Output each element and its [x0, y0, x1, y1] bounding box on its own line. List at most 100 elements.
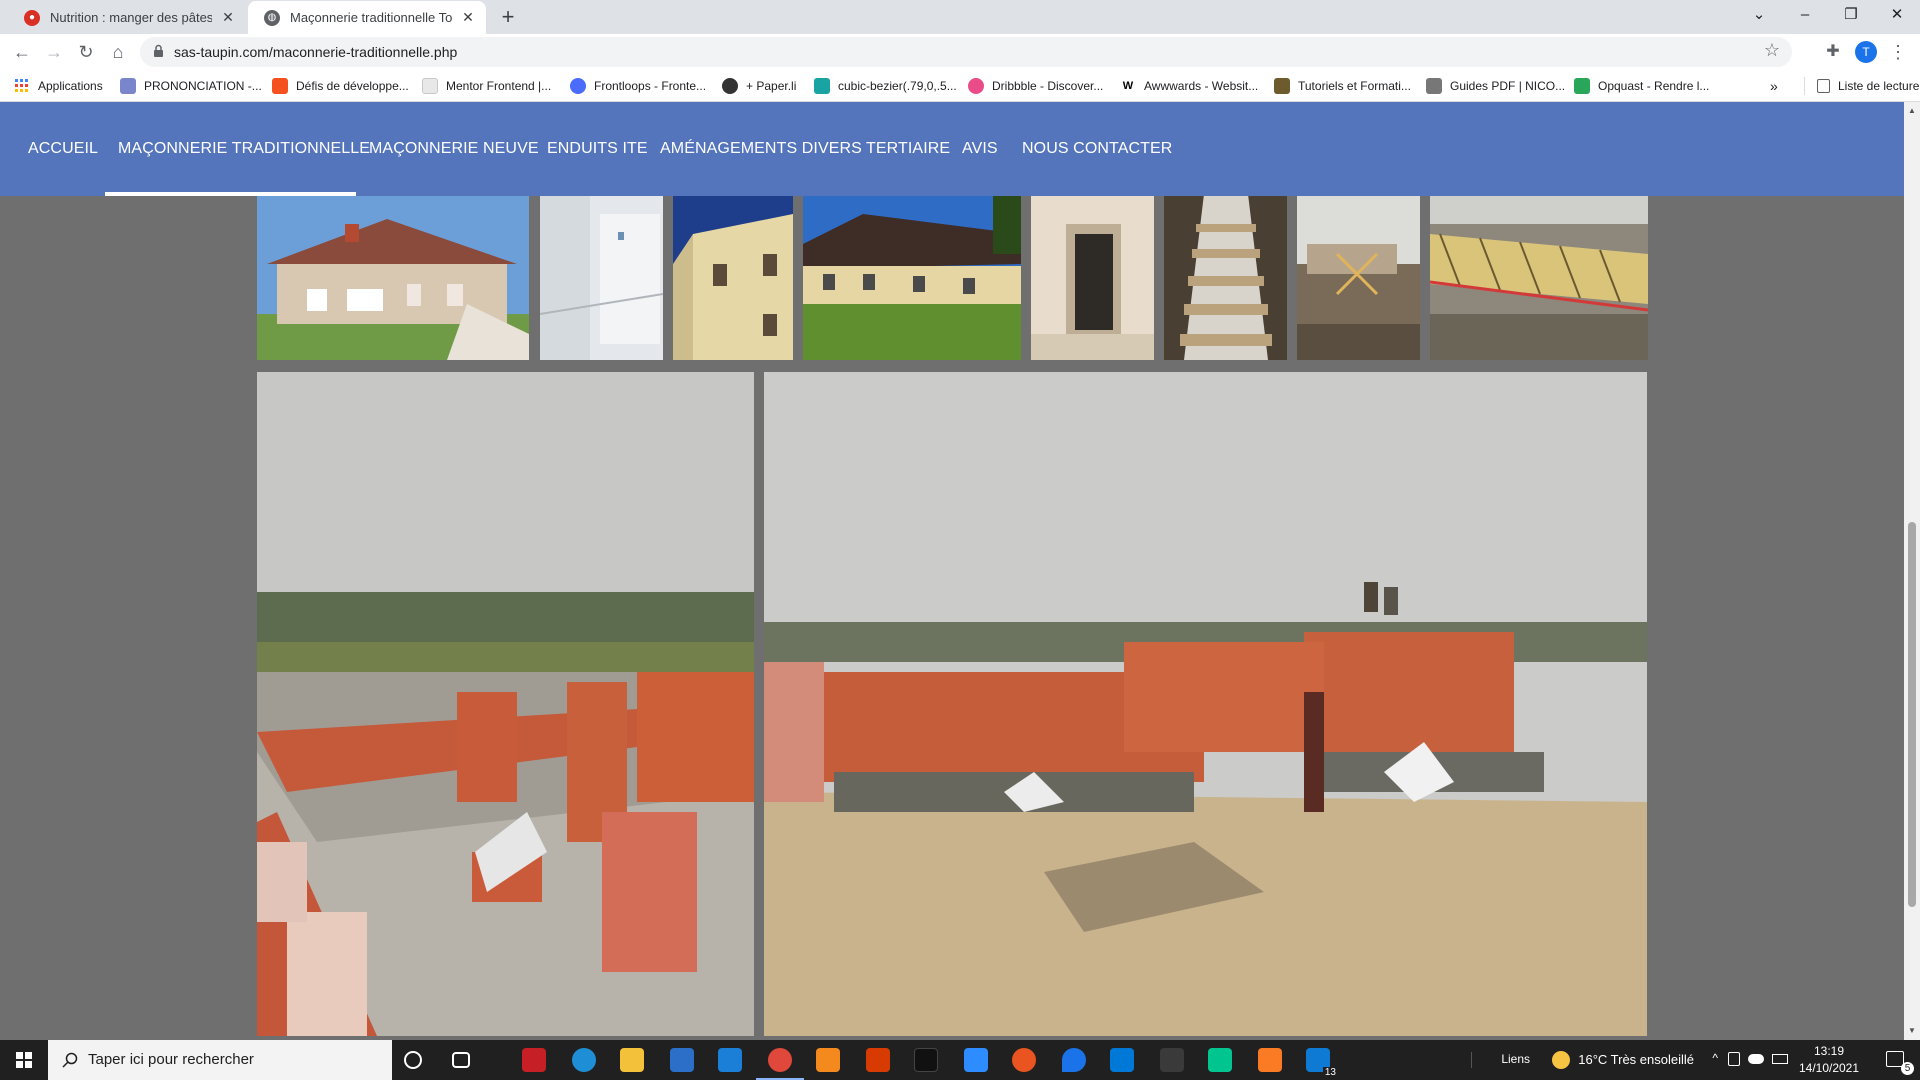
office-icon[interactable] — [866, 1048, 890, 1072]
tab-nutrition[interactable]: ● Nutrition : manger des pâtes et c ✕ — [8, 1, 246, 34]
active-nav-indicator — [105, 192, 356, 196]
scroll-up-icon[interactable]: ▲ — [1908, 106, 1916, 115]
bookmark-label: Mentor Frontend |... — [446, 79, 552, 93]
bookmark-label: PRONONCIATION -... — [144, 79, 262, 93]
store-icon[interactable] — [670, 1048, 694, 1072]
restore-button[interactable]: ❐ — [1828, 0, 1874, 30]
site-navigation: ACCUEIL MAÇONNERIE TRADITIONNELLE MAÇONN… — [0, 102, 1904, 196]
vscode-icon[interactable] — [1110, 1048, 1134, 1072]
onedrive-icon[interactable] — [1748, 1054, 1764, 1064]
links-toolbar[interactable]: Liens — [1501, 1052, 1530, 1066]
stone-house-photo[interactable] — [257, 194, 529, 360]
app-blue-icon[interactable]: 13 — [1306, 1048, 1338, 1078]
sublime-text-icon[interactable] — [816, 1048, 840, 1072]
rebar-slab-photo[interactable] — [1430, 194, 1648, 360]
shield-icon — [1274, 78, 1290, 94]
zoom-icon[interactable] — [964, 1048, 988, 1072]
close-icon[interactable]: ✕ — [460, 9, 476, 26]
bookmark-frontloops[interactable]: Frontloops - Fronte... — [570, 76, 706, 96]
foundation-site-photo[interactable] — [1297, 194, 1420, 360]
maps-icon[interactable] — [1062, 1048, 1086, 1072]
search-icon — [62, 1052, 78, 1068]
chrome-icon[interactable] — [756, 1048, 804, 1080]
bookmarks-overflow-button[interactable]: » — [1770, 76, 1778, 96]
new-tab-button[interactable]: + — [494, 4, 522, 32]
bookmark-paperli[interactable]: + Paper.li — [722, 76, 796, 96]
nav-maconnerie-neuve[interactable]: MAÇONNERIE NEUVE — [369, 102, 539, 196]
clock-date[interactable]: 14/10/2021 — [1794, 1061, 1864, 1075]
bookmark-opquast[interactable]: Opquast - Rendre l... — [1574, 76, 1709, 96]
paper-icon — [722, 78, 738, 94]
red-circle-icon: ● — [24, 9, 40, 26]
device-icon[interactable] — [1728, 1052, 1740, 1066]
file-explorer-icon[interactable] — [620, 1048, 644, 1072]
nav-amenagements-divers[interactable]: AMÉNAGEMENTS DIVERS — [660, 102, 862, 196]
app-green-icon[interactable] — [1208, 1048, 1232, 1072]
address-bar[interactable]: sas-taupin.com/maconnerie-traditionnelle… — [140, 37, 1792, 67]
bookmark-prononciation[interactable]: PRONONCIATION -... — [120, 76, 262, 96]
nav-tertiaire[interactable]: TERTIAIRE — [866, 102, 950, 196]
apps-grid-icon — [15, 79, 28, 92]
avatar[interactable]: T — [1855, 41, 1877, 63]
window-close-button[interactable]: ✕ — [1874, 0, 1920, 30]
taskbar-search-box[interactable]: Taper ici pour rechercher — [48, 1040, 392, 1080]
brick-walls-closeup-photo[interactable] — [257, 372, 754, 1036]
bookmark-label: Dribbble - Discover... — [992, 79, 1104, 93]
notification-count: 5 — [1901, 1062, 1914, 1075]
terminal-icon[interactable] — [914, 1048, 938, 1072]
task-view-icon[interactable] — [452, 1052, 470, 1068]
scroll-thumb[interactable] — [1908, 522, 1916, 907]
cortana-icon[interactable] — [404, 1051, 422, 1069]
interior-wall-photo[interactable] — [540, 194, 663, 360]
windows-start-icon[interactable] — [0, 1040, 48, 1080]
nav-nous-contacter[interactable]: NOUS CONTACTER — [1022, 102, 1172, 196]
extensions-icon[interactable]: ✚ — [1819, 38, 1847, 66]
bookmark-label: Awwwards - Websit... — [1144, 79, 1259, 93]
edge-icon[interactable] — [572, 1048, 596, 1072]
bookmarks-bar: Applications PRONONCIATION -... Défis de… — [0, 70, 1920, 102]
bookmark-mentor[interactable]: Mentor Frontend |... — [422, 76, 551, 96]
loop-icon — [570, 78, 586, 94]
close-icon[interactable]: ✕ — [220, 9, 236, 26]
bookmark-applications[interactable]: Applications — [14, 76, 103, 96]
home-icon[interactable]: ⌂ — [104, 38, 132, 66]
clock-time[interactable]: 13:19 — [1794, 1044, 1864, 1058]
weather-text[interactable]: 16°C Très ensoleillé — [1578, 1052, 1694, 1067]
tab-search-button[interactable]: ⌄ — [1736, 0, 1782, 30]
bookmark-label: cubic-bezier(.79,0,.5... — [838, 79, 957, 93]
bookmark-tutoriels[interactable]: Tutoriels et Formati... — [1274, 76, 1411, 96]
bezier-icon — [814, 78, 830, 94]
farmhouse-lawn-photo[interactable] — [803, 194, 1021, 360]
nav-accueil[interactable]: ACCUEIL — [28, 102, 98, 196]
nav-enduits-ite[interactable]: ENDUITS ITE — [547, 102, 648, 196]
bookmark-dribbble[interactable]: Dribbble - Discover... — [968, 76, 1103, 96]
nav-maconnerie-traditionnelle[interactable]: MAÇONNERIE TRADITIONNELLE — [118, 102, 370, 196]
bookmark-star-icon[interactable]: ☆ — [1764, 40, 1780, 61]
page-scrollbar[interactable]: ▲ ▼ — [1904, 102, 1920, 1040]
stone-steps-photo[interactable] — [1164, 194, 1287, 360]
bookmark-awwwards[interactable]: W Awwwards - Websit... — [1120, 76, 1258, 96]
nav-avis[interactable]: AVIS — [962, 102, 998, 196]
bookmark-cubic-bezier[interactable]: cubic-bezier(.79,0,.5... — [814, 76, 957, 96]
scroll-down-icon[interactable]: ▼ — [1908, 1026, 1916, 1035]
figma-icon[interactable] — [1160, 1048, 1184, 1072]
app-red-icon[interactable] — [522, 1048, 546, 1072]
ubuntu-icon[interactable] — [1012, 1048, 1036, 1072]
minimize-button[interactable]: – — [1782, 0, 1828, 30]
forward-arrow-icon[interactable]: → — [40, 38, 68, 66]
reading-list-button[interactable]: Liste de lecture — [1804, 76, 1919, 96]
doorway-photo[interactable] — [1031, 194, 1154, 360]
back-arrow-icon[interactable]: ← — [8, 38, 36, 66]
bookmark-guides-pdf[interactable]: Guides PDF | NICO... — [1426, 76, 1565, 96]
stone-tower-photo[interactable] — [673, 194, 793, 360]
tab-maconnerie[interactable]: ◍ Maçonnerie traditionnelle Toucy ✕ — [248, 1, 486, 34]
search-placeholder: Taper ici pour rechercher — [88, 1051, 254, 1068]
battery-icon[interactable] — [1772, 1054, 1788, 1064]
chevron-up-icon[interactable]: ^ — [1712, 1051, 1718, 1065]
menu-dots-icon[interactable]: ⋮ — [1884, 38, 1912, 66]
brick-house-construction-photo[interactable] — [764, 372, 1647, 1036]
xampp-icon[interactable] — [1258, 1048, 1282, 1072]
mail-icon[interactable] — [718, 1048, 742, 1072]
reload-icon[interactable]: ↻ — [72, 38, 100, 66]
bookmark-defis[interactable]: Défis de développe... — [272, 76, 409, 96]
